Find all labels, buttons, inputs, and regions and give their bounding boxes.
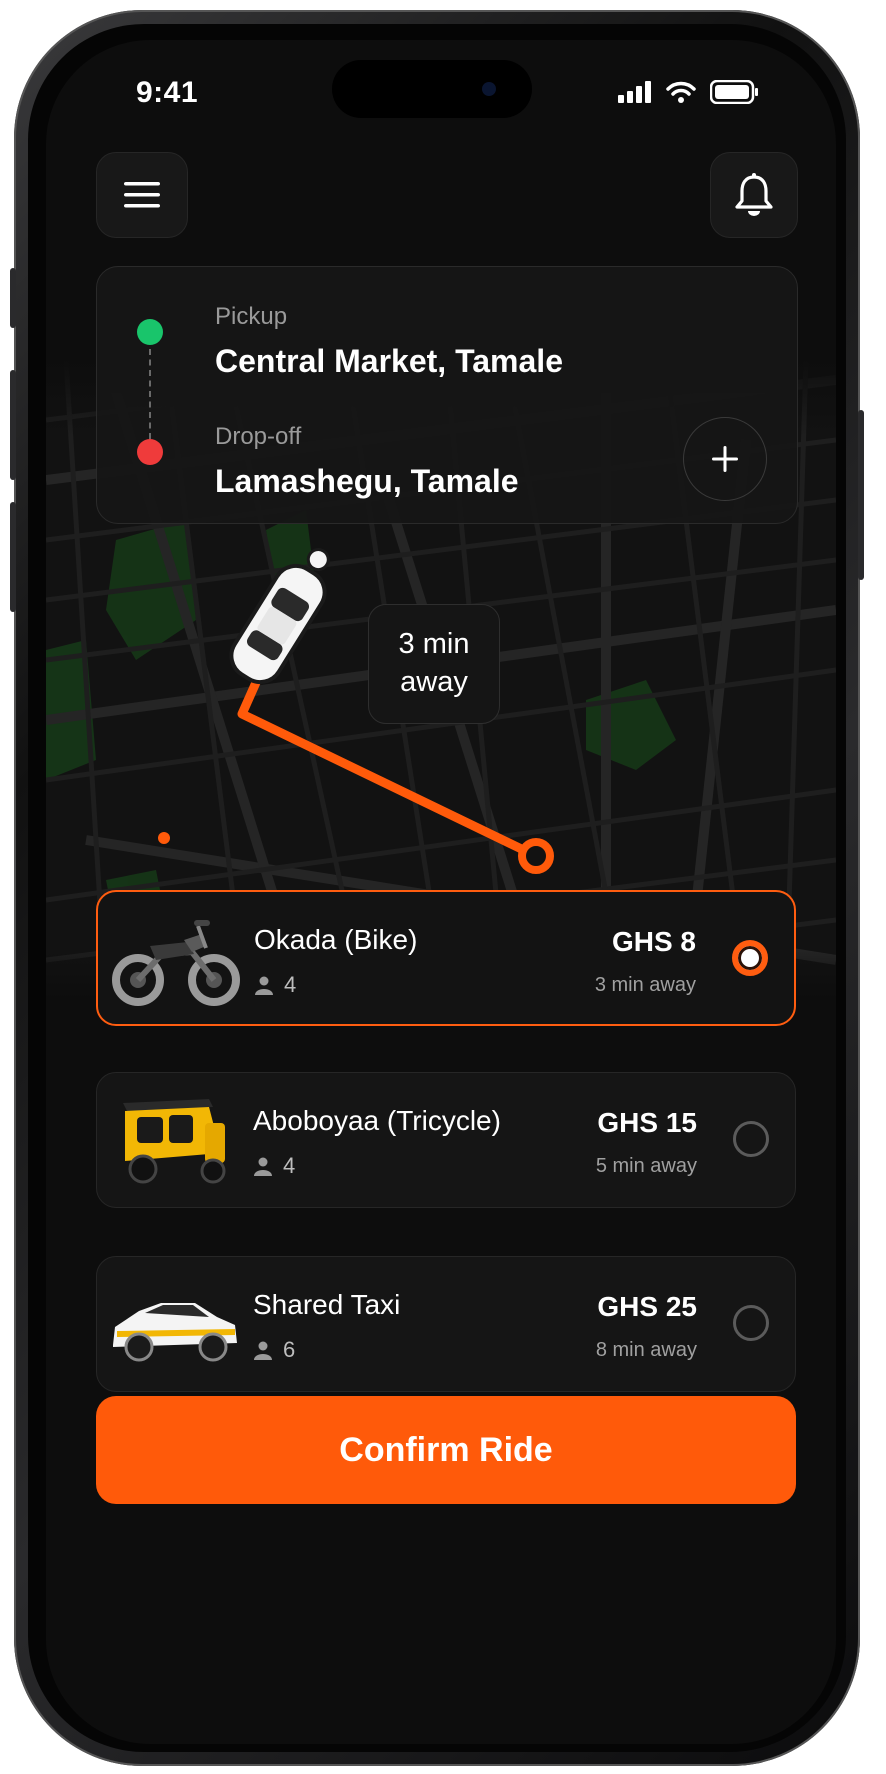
ride-eta: 5 min away [595, 1155, 697, 1177]
add-stop-button[interactable] [683, 417, 767, 501]
ride-name: Shared Taxi [253, 1289, 401, 1320]
eta-unit: away [400, 666, 468, 698]
notifications-button[interactable] [710, 152, 798, 238]
confirm-ride-button[interactable]: Confirm Ride [96, 1396, 796, 1504]
ride-option-shared-taxi[interactable]: Shared Taxi 6 GHS 25 8 min away [96, 1256, 796, 1392]
dropoff-label: Drop-off [215, 423, 302, 450]
mute-switch [10, 268, 16, 328]
pickup-label: Pickup [215, 303, 288, 330]
phone-frame: 9:41 Pickup Central Market, Tamale Drop-… [10, 10, 864, 1766]
ride-seat-count: 4 [283, 1153, 296, 1178]
dropoff-field[interactable]: Lamashegu, Tamale [215, 463, 519, 500]
ride-price: GHS 8 [611, 926, 696, 957]
route-connector [149, 349, 151, 439]
volume-down-button [10, 502, 16, 612]
ride-seat-count: 6 [283, 1337, 296, 1362]
screen: 9:41 Pickup Central Market, Tamale Drop-… [46, 40, 836, 1744]
ride-price: GHS 25 [597, 1291, 697, 1322]
ride-seats: 4 [253, 1153, 295, 1179]
volume-up-button [10, 370, 16, 480]
route-card: Pickup Central Market, Tamale Drop-off L… [96, 266, 798, 524]
dropoff-dot-icon [137, 439, 163, 465]
ride-radio[interactable] [733, 1121, 769, 1157]
power-button [858, 410, 864, 580]
ride-option-aboboyaa[interactable]: Aboboyaa (Tricycle) 4 GHS 15 5 min away [96, 1072, 796, 1208]
dynamic-island [332, 60, 532, 118]
camera-icon [482, 82, 496, 96]
person-icon [254, 1341, 272, 1360]
ride-radio-selected[interactable] [732, 940, 768, 976]
pickup-dot-icon [137, 319, 163, 345]
pickup-field[interactable]: Central Market, Tamale [215, 343, 563, 380]
eta-value: 3 min [398, 628, 470, 660]
bell-icon [735, 173, 773, 216]
motorbike-icon [112, 920, 240, 1006]
plus-icon [712, 446, 738, 472]
ride-eta: 8 min away [595, 1339, 697, 1361]
ride-name: Aboboyaa (Tricycle) [253, 1105, 501, 1136]
ride-seats: 6 [253, 1337, 295, 1363]
ride-seats: 4 [254, 972, 296, 998]
person-icon [254, 1157, 272, 1176]
eta-badge: 3 min away [368, 604, 500, 724]
taxi-icon [113, 1303, 237, 1362]
ride-radio[interactable] [733, 1305, 769, 1341]
ride-option-okada[interactable]: Okada (Bike) 4 GHS 8 3 min away [96, 890, 796, 1026]
tricycle-icon [123, 1099, 226, 1184]
person-icon [255, 976, 273, 995]
hamburger-menu-icon [124, 182, 160, 208]
status-time: 9:41 [136, 76, 199, 109]
cellular-signal-icon [618, 81, 651, 103]
battery-icon [710, 80, 758, 104]
ride-price: GHS 15 [597, 1107, 697, 1138]
status-icons [618, 80, 758, 104]
menu-button[interactable] [96, 152, 188, 238]
ride-seat-count: 4 [284, 972, 297, 997]
ride-name: Okada (Bike) [254, 924, 418, 955]
wifi-icon [666, 81, 696, 103]
ride-eta: 3 min away [594, 974, 696, 996]
